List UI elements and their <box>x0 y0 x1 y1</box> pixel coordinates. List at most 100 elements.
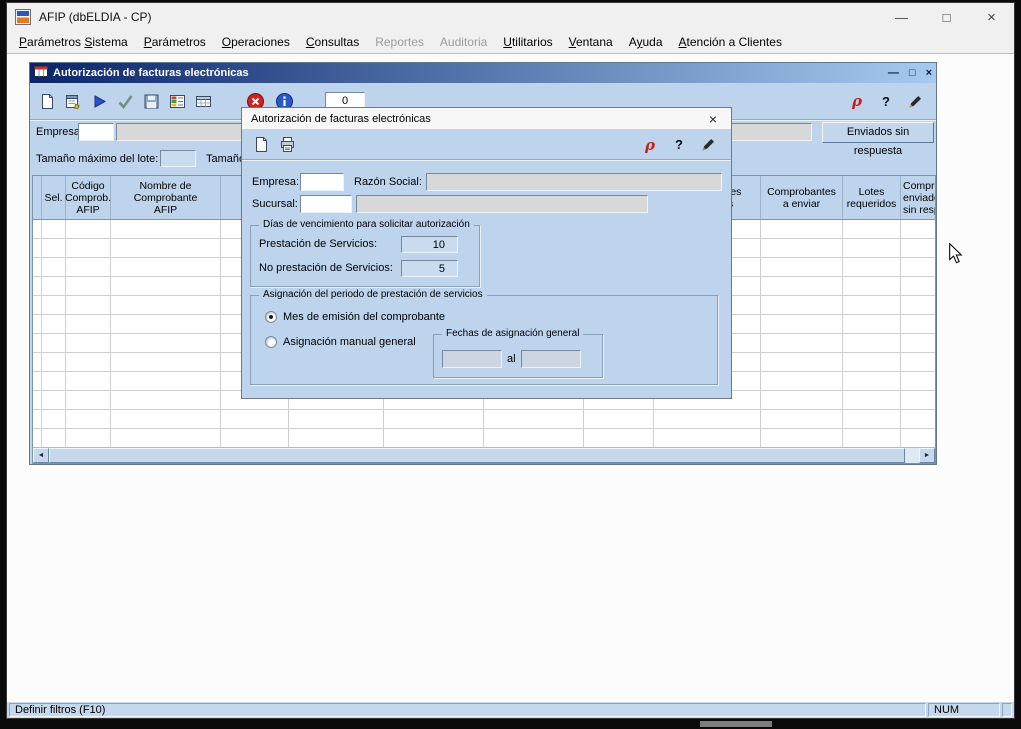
close-button[interactable]: × <box>969 3 1014 31</box>
grid-cell <box>654 429 761 447</box>
save-icon[interactable] <box>138 89 164 113</box>
grid-cell <box>33 296 42 314</box>
print-icon[interactable] <box>274 133 300 157</box>
grid-cell <box>42 334 66 352</box>
scrollbar-thumb[interactable] <box>49 448 905 463</box>
radio-mes-emision[interactable]: Mes de emisión del comprobante <box>265 310 445 324</box>
grid-cell <box>111 353 221 371</box>
table-window-icon <box>34 65 48 81</box>
radio-mes-emision-circle[interactable] <box>265 311 277 323</box>
properties-icon[interactable] <box>60 89 86 113</box>
grid-cell <box>901 220 935 238</box>
grid-cell <box>33 258 42 276</box>
grid-column-header: Nombre deComprobanteAFIP <box>111 176 221 219</box>
window-controls: — □ × <box>879 3 1014 31</box>
maximize-button[interactable]: □ <box>924 3 969 31</box>
grid-column-header: Lotesrequeridos <box>843 176 901 219</box>
menu-ventana[interactable]: Ventana <box>561 32 621 52</box>
mouse-cursor <box>948 243 963 264</box>
sucursal-input[interactable] <box>300 195 352 213</box>
dialog-titlebar[interactable]: Autorización de facturas electrónicas × <box>242 108 731 130</box>
help-icon[interactable]: ? <box>666 133 692 157</box>
tamano-lote-input[interactable] <box>160 150 196 167</box>
menu-operaciones[interactable]: Operaciones <box>214 32 298 52</box>
child-titlebar[interactable]: Autorización de facturas electrónicas — … <box>30 63 936 83</box>
grid-cell <box>66 220 111 238</box>
screen: { "colors": { "client_blue": "#bdd4ec", … <box>0 0 1021 729</box>
grid-column-header <box>33 176 42 219</box>
grid-horizontal-scrollbar[interactable]: ◄ ► <box>33 447 935 463</box>
prestacion-dias-input[interactable]: 10 <box>401 236 458 253</box>
scroll-right-button[interactable]: ► <box>919 448 935 463</box>
grid-cell <box>901 277 935 295</box>
app-window: AFIP (dbELDIA - CP) — □ × Parámetros Sis… <box>6 2 1015 719</box>
child-close-button[interactable]: × <box>926 68 932 79</box>
no-prestacion-dias-input[interactable]: 5 <box>401 260 458 277</box>
sucursal-display <box>356 195 648 213</box>
radio-asignacion-manual-circle[interactable] <box>265 336 277 348</box>
fecha-desde-input[interactable] <box>442 350 502 368</box>
minimize-button[interactable]: — <box>879 3 924 31</box>
menu-par-metros[interactable]: Parámetros <box>136 32 214 52</box>
run-icon[interactable] <box>86 89 112 113</box>
signature-icon[interactable] <box>695 133 721 157</box>
grid-row[interactable] <box>33 429 935 448</box>
grid-cell <box>111 372 221 390</box>
fechas-al-label: al <box>507 353 516 365</box>
grid-row[interactable] <box>33 410 935 429</box>
lots-icon[interactable] <box>164 89 190 113</box>
grid-cell <box>761 296 843 314</box>
filter-icon[interactable]: ρ <box>844 89 870 113</box>
child-minimize-button[interactable]: — <box>888 68 899 79</box>
confirm-icon[interactable] <box>112 89 138 113</box>
grid-cell <box>761 315 843 333</box>
dialog-title: Autorización de facturas electrónicas <box>251 113 431 125</box>
menu-consultas[interactable]: Consultas <box>298 32 367 52</box>
grid-cell <box>289 429 384 447</box>
grid-cell <box>901 258 935 276</box>
grid-column-header: Sel. <box>42 176 66 219</box>
autorizacion-dialog: Autorización de facturas electrónicas × … <box>241 107 732 399</box>
new-document-icon[interactable] <box>248 133 274 157</box>
dialog-toolbar-right: ρ? <box>637 133 721 157</box>
menu-atenci-n-a-clientes[interactable]: Atención a Clientes <box>671 32 790 52</box>
menu-utilitarios[interactable]: Utilitarios <box>495 32 560 52</box>
grid-cell <box>42 296 66 314</box>
menu-ayuda[interactable]: Ayuda <box>621 32 671 52</box>
new-document-icon[interactable] <box>34 89 60 113</box>
help-icon[interactable]: ? <box>873 89 899 113</box>
statusbar-message: Definir filtros (F10) <box>9 703 926 717</box>
enviados-sin-respuesta-button[interactable]: Enviados sin respuesta <box>822 122 934 143</box>
filter-icon[interactable]: ρ <box>637 133 663 157</box>
asignacion-group-title: Asignación del periodo de prestación de … <box>259 289 487 300</box>
child-maximize-button[interactable]: □ <box>909 68 916 79</box>
vencimiento-group-title: Días de vencimiento para solicitar autor… <box>259 219 474 230</box>
grid-cell <box>901 410 935 428</box>
grid-cell <box>221 429 289 447</box>
scrollbar-track[interactable] <box>49 448 919 463</box>
menu-par-metros-sistema[interactable]: Parámetros Sistema <box>11 32 136 52</box>
grid-cell <box>843 334 901 352</box>
grid-cell <box>843 353 901 371</box>
grid-cell <box>33 277 42 295</box>
dialog-close-button[interactable]: × <box>704 111 722 127</box>
grid-cell <box>901 353 935 371</box>
dialog-toolbar-left <box>248 133 300 157</box>
grid-cell <box>843 296 901 314</box>
grid-cell <box>111 315 221 333</box>
grid-cell <box>33 353 42 371</box>
fechas-group-title: Fechas de asignación general <box>442 328 583 339</box>
signature-icon[interactable] <box>902 89 928 113</box>
export-grid-icon[interactable] <box>190 89 216 113</box>
no-prestacion-label: No prestación de Servicios: <box>259 262 401 274</box>
grid-cell <box>584 410 654 428</box>
fecha-hasta-input[interactable] <box>521 350 581 368</box>
grid-cell <box>761 258 843 276</box>
dialog-empresa-input[interactable] <box>300 173 344 191</box>
tamano-lote-label: Tamaño máximo del lote: <box>36 150 158 168</box>
radio-asignacion-manual[interactable]: Asignación manual general <box>265 335 416 349</box>
scroll-left-button[interactable]: ◄ <box>33 448 49 463</box>
grid-cell <box>33 220 42 238</box>
grid-cell <box>843 239 901 257</box>
empresa-input[interactable] <box>78 123 114 141</box>
